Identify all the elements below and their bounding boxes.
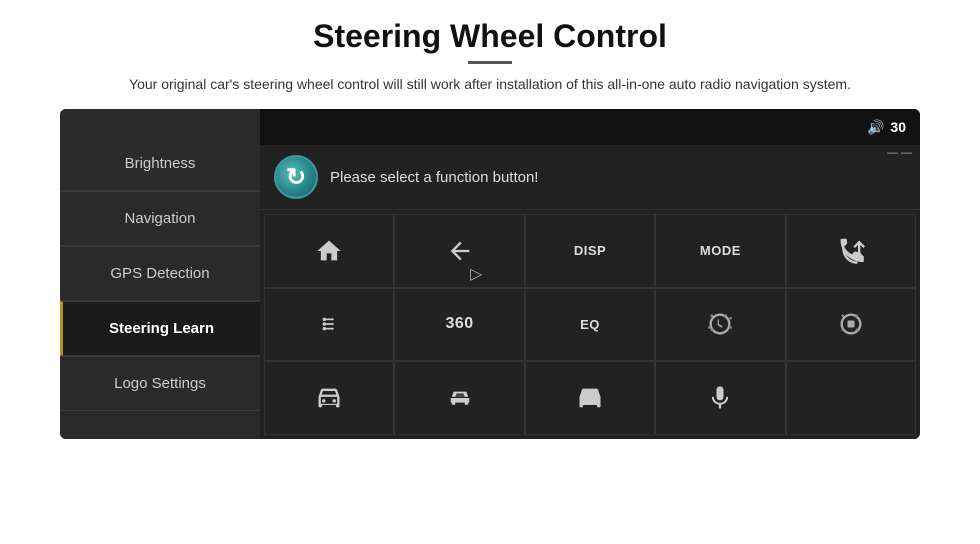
grid-eq-button[interactable]: EQ: [525, 288, 655, 362]
car-front-icon: [315, 384, 343, 412]
car-top-icon: [576, 384, 604, 412]
volume-value: 30: [890, 119, 906, 135]
page-subtitle: Your original car's steering wheel contr…: [129, 74, 851, 95]
eq-label: EQ: [580, 317, 600, 332]
grid-microphone-button[interactable]: [655, 361, 785, 435]
title-divider: [468, 61, 512, 64]
refresh-icon: ↻: [286, 163, 306, 192]
camera-rear-icon: [837, 310, 865, 338]
phone-mute-icon: [837, 237, 865, 265]
equalizer-icon: [315, 310, 343, 338]
back-icon: [446, 237, 474, 265]
grid-mode-button[interactable]: MODE: [655, 214, 785, 288]
grid-car-side-button[interactable]: [394, 361, 524, 435]
button-grid: DISP MODE: [260, 210, 920, 439]
360-label: 360: [445, 315, 473, 333]
sidebar-item-gps[interactable]: GPS Detection: [60, 246, 260, 301]
grid-camera-front-button[interactable]: [655, 288, 785, 362]
function-area: ↻ Please select a function button!: [260, 145, 920, 439]
page-wrapper: Steering Wheel Control Your original car…: [0, 0, 980, 544]
function-header: ↻ Please select a function button!: [260, 145, 920, 210]
disp-label: DISP: [574, 243, 606, 258]
home-icon: [315, 237, 343, 265]
car-ui: Brightness Navigation GPS Detection Stee…: [60, 109, 920, 439]
grid-equalizer-button[interactable]: [264, 288, 394, 362]
grid-phone-mute-button[interactable]: [786, 214, 916, 288]
top-bar: 🔊 30: [260, 109, 920, 145]
function-prompt: Please select a function button!: [330, 169, 538, 186]
mode-label: MODE: [700, 243, 741, 258]
sidebar-item-steering[interactable]: Steering Learn: [60, 301, 260, 356]
grid-disp-button[interactable]: DISP: [525, 214, 655, 288]
microphone-icon: [706, 384, 734, 412]
grid-camera-rear-button[interactable]: [786, 288, 916, 362]
page-title: Steering Wheel Control: [313, 18, 667, 55]
car-side-icon: [446, 384, 474, 412]
grid-car-front-button[interactable]: [264, 361, 394, 435]
refresh-button[interactable]: ↻: [274, 155, 318, 199]
top-right-icon: — —: [887, 147, 912, 159]
main-content: 🔊 30 ▷ — — ↻ Please select a function bu…: [260, 109, 920, 439]
volume-icon: 🔊: [867, 119, 884, 136]
camera-front-icon: [706, 310, 734, 338]
grid-empty-cell: [786, 361, 916, 435]
grid-360-button[interactable]: 360: [394, 288, 524, 362]
grid-home-button[interactable]: [264, 214, 394, 288]
sidebar-item-brightness[interactable]: Brightness: [60, 137, 260, 191]
grid-car-top-button[interactable]: [525, 361, 655, 435]
sidebar-item-logo[interactable]: Logo Settings: [60, 356, 260, 411]
sidebar-item-navigation[interactable]: Navigation: [60, 191, 260, 246]
grid-back-button[interactable]: [394, 214, 524, 288]
sidebar: Brightness Navigation GPS Detection Stee…: [60, 109, 260, 439]
